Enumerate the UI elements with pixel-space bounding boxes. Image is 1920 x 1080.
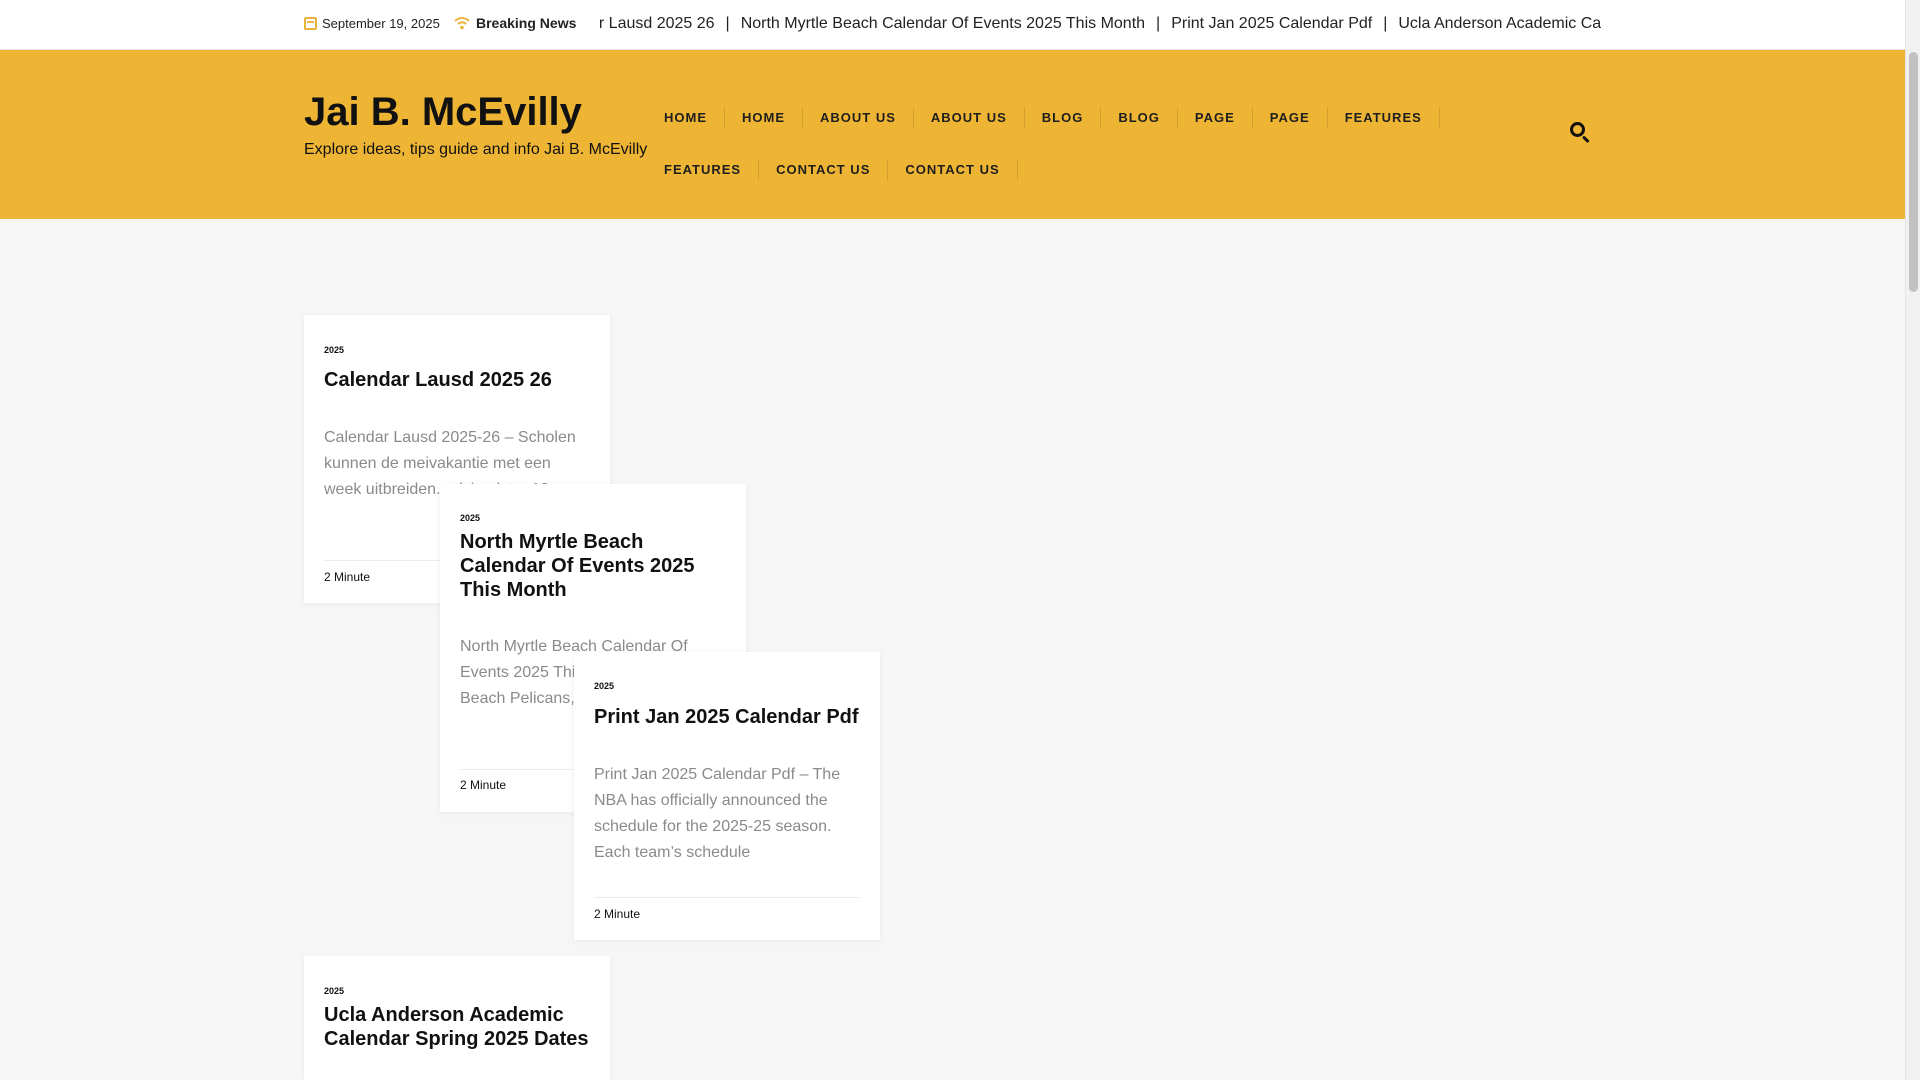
post-card: 2025 Print Jan 2025 Calendar Pdf Print J… xyxy=(574,652,880,940)
post-category[interactable]: 2025 xyxy=(324,986,344,996)
post-category[interactable]: 2025 xyxy=(460,513,480,523)
post-card: 2025 Ucla Anderson Academic Calendar Spr… xyxy=(304,956,610,1080)
read-time: 2 Minute xyxy=(594,907,641,921)
card-divider xyxy=(594,897,860,898)
nav-features[interactable]: FEATURES xyxy=(648,160,760,180)
read-time: 2 Minute xyxy=(324,570,371,584)
ticker-link[interactable]: Ucla Anderson Academic Ca xyxy=(1398,15,1601,33)
nav-blog[interactable]: BLOG xyxy=(1101,108,1178,128)
breaking-news-text: Breaking News xyxy=(476,15,577,31)
calendar-icon xyxy=(304,17,317,30)
site-title[interactable]: Jai B. McEvilly xyxy=(304,90,582,135)
scrollbar-thumb[interactable] xyxy=(1909,52,1918,292)
ticker-link[interactable]: Print Jan 2025 Calendar Pdf xyxy=(1171,15,1372,33)
post-category[interactable]: 2025 xyxy=(324,345,344,355)
nav-page[interactable]: PAGE xyxy=(1253,108,1328,128)
nav-contact-us[interactable]: CONTACT US xyxy=(888,160,1018,180)
news-ticker: ar Lausd 2025 26 | North Myrtle Beach Ca… xyxy=(600,0,1601,50)
ticker-link[interactable]: ar Lausd 2025 26 xyxy=(600,15,715,33)
read-time: 2 Minute xyxy=(460,778,507,792)
nav-about-us[interactable]: ABOUT US xyxy=(803,108,914,128)
post-title[interactable]: North Myrtle Beach Calendar Of Events 20… xyxy=(460,530,726,602)
search-icon xyxy=(1570,122,1585,137)
date-display: September 19, 2025 xyxy=(304,16,440,31)
nav-home[interactable]: HOME xyxy=(648,108,725,128)
nav-page[interactable]: PAGE xyxy=(1178,108,1253,128)
nav-features[interactable]: FEATURES xyxy=(1328,108,1440,128)
post-excerpt: Print Jan 2025 Calendar Pdf – The NBA ha… xyxy=(594,766,841,861)
post-title[interactable]: Calendar Lausd 2025 26 xyxy=(324,368,590,392)
date-text: September 19, 2025 xyxy=(322,16,440,31)
nav-home[interactable]: HOME xyxy=(725,108,803,128)
main-nav: HOME HOME ABOUT US ABOUT US BLOG BLOG PA… xyxy=(648,108,1458,212)
post-title[interactable]: Ucla Anderson Academic Calendar Spring 2… xyxy=(324,1003,590,1051)
nav-contact-us[interactable]: CONTACT US xyxy=(759,160,889,180)
post-title[interactable]: Print Jan 2025 Calendar Pdf xyxy=(594,705,860,729)
ticker-separator: | xyxy=(1156,15,1161,32)
site-header: Jai B. McEvilly Explore ideas, tips guid… xyxy=(0,50,1905,219)
nav-blog[interactable]: BLOG xyxy=(1025,108,1102,128)
page-scrollbar[interactable] xyxy=(1905,0,1920,1080)
ticker-link[interactable]: North Myrtle Beach Calendar Of Events 20… xyxy=(741,15,1145,33)
nav-about-us[interactable]: ABOUT US xyxy=(914,108,1025,128)
top-bar: September 19, 2025 Breaking News ar Laus… xyxy=(0,0,1905,50)
ticker-separator: | xyxy=(725,15,730,32)
post-category[interactable]: 2025 xyxy=(594,681,614,691)
search-button[interactable] xyxy=(1568,120,1592,144)
ticker-separator: | xyxy=(1383,15,1388,32)
signal-icon xyxy=(454,16,470,30)
breaking-news-label: Breaking News xyxy=(454,15,576,31)
site-tagline: Explore ideas, tips guide and info Jai B… xyxy=(304,141,648,158)
